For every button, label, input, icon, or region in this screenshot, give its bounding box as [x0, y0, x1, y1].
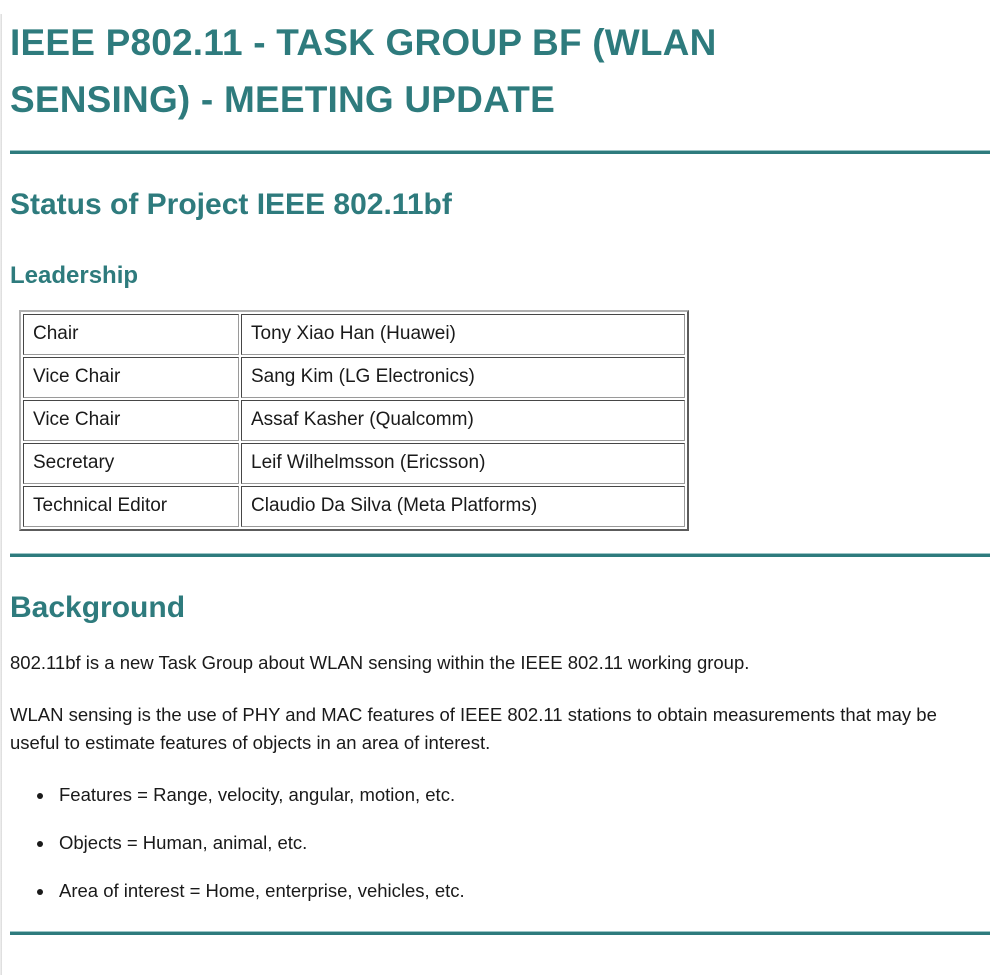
table-row: Technical Editor Claudio Da Silva (Meta … [23, 486, 685, 527]
table-cell-person: Sang Kim (LG Electronics) [241, 357, 685, 398]
table-cell-person: Assaf Kasher (Qualcomm) [241, 400, 685, 441]
page-left-edge [0, 14, 2, 975]
table-cell-person: Tony Xiao Han (Huawei) [241, 314, 685, 355]
table-cell-role: Secretary [23, 443, 239, 484]
table-cell-role: Chair [23, 314, 239, 355]
section-heading-background: Background [10, 591, 186, 624]
table-row: Vice Chair Sang Kim (LG Electronics) [23, 357, 685, 398]
background-paragraph-2: WLAN sensing is the use of PHY and MAC f… [10, 704, 937, 753]
list-item: Objects = Human, animal, etc. [55, 829, 990, 857]
table-cell-role: Vice Chair [23, 357, 239, 398]
table-cell-person: Leif Wilhelmsson (Ericsson) [241, 443, 685, 484]
table-cell-role: Technical Editor [23, 486, 239, 527]
document-page: IEEE P802.11 - Task Group BF (WLAN Sensi… [0, 14, 1000, 935]
list-item: Features = Range, velocity, angular, mot… [55, 781, 990, 809]
background-paragraph-1: 802.11bf is a new Task Group about WLAN … [10, 652, 750, 673]
list-item: Area of interest = Home, enterprise, veh… [55, 877, 990, 905]
table-cell-role: Vice Chair [23, 400, 239, 441]
background-bullet-list: Features = Range, velocity, angular, mot… [10, 781, 990, 905]
table-row: Secretary Leif Wilhelmsson (Ericsson) [23, 443, 685, 484]
section-heading-status: Status of Project IEEE 802.11bf [10, 188, 452, 221]
subsection-heading-leadership: Leadership [10, 262, 139, 289]
section-divider-top [10, 150, 990, 154]
table-row: Chair Tony Xiao Han (Huawei) [23, 314, 685, 355]
section-divider-bottom [10, 931, 990, 935]
section-divider-middle [10, 553, 990, 557]
leadership-table-body: Chair Tony Xiao Han (Huawei) Vice Chair … [23, 314, 685, 527]
page-title: IEEE P802.11 - Task Group BF (WLAN Sensi… [10, 22, 717, 120]
table-cell-person: Claudio Da Silva (Meta Platforms) [241, 486, 685, 527]
leadership-table: Chair Tony Xiao Han (Huawei) Vice Chair … [19, 310, 689, 531]
table-row: Vice Chair Assaf Kasher (Qualcomm) [23, 400, 685, 441]
